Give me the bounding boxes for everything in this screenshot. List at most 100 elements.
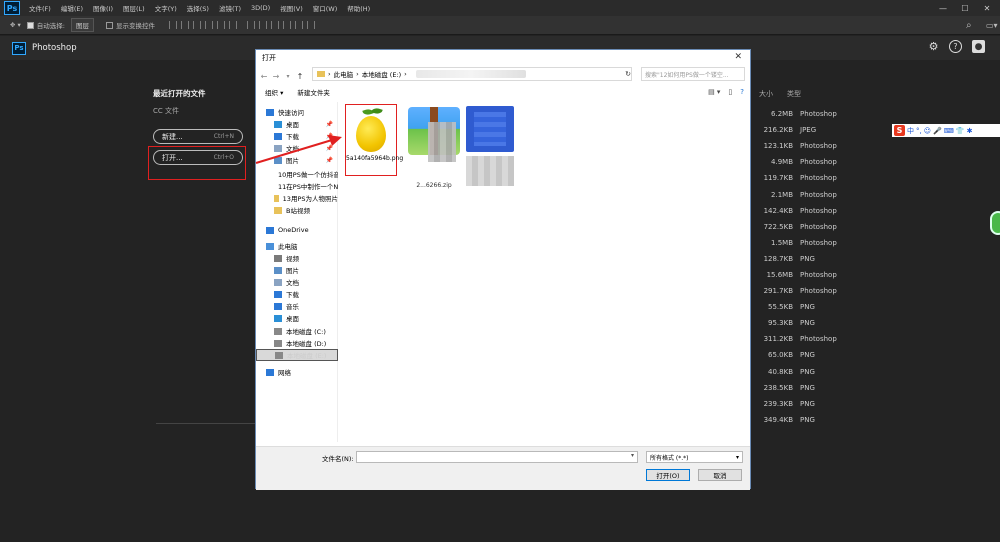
pin-icon[interactable]: 📌 — [326, 133, 333, 140]
column-type-header[interactable]: 类型 — [787, 89, 801, 99]
menu-view[interactable]: 视图(V) — [275, 3, 308, 13]
menu-file[interactable]: 文件(F) — [24, 3, 56, 13]
menu-help[interactable]: 帮助(H) — [342, 3, 375, 13]
preview-pane-icon[interactable]: ▯ — [728, 88, 732, 96]
distribute-icon[interactable] — [258, 21, 267, 29]
align-center-icon[interactable] — [180, 21, 189, 29]
address-pc[interactable]: 此电脑 — [334, 69, 354, 79]
keyboard-icon[interactable]: ⌨ — [944, 127, 954, 135]
help-icon[interactable]: ? — [740, 88, 744, 96]
filename-input[interactable]: ▾ — [356, 451, 638, 463]
new-folder-button[interactable]: 新建文件夹 — [297, 87, 330, 97]
auto-select-option[interactable]: 自动选择: — [26, 20, 65, 30]
sidebar-item[interactable]: 本地磁盘 (C:) — [256, 325, 338, 337]
menu-type[interactable]: 文字(Y) — [150, 3, 182, 13]
list-item[interactable]: 55.5KB PNG — [757, 299, 837, 315]
menu-window[interactable]: 窗口(W) — [308, 3, 343, 13]
search-icon[interactable]: ⌕ — [966, 20, 972, 31]
list-item[interactable]: 238.5KB PNG — [757, 380, 837, 396]
open-file-button[interactable]: 打开(O) — [646, 469, 690, 481]
menu-image[interactable]: 图像(I) — [88, 3, 118, 13]
align-right-icon[interactable] — [192, 21, 201, 29]
show-transform-option[interactable]: 显示变换控件 — [105, 20, 155, 30]
pin-icon[interactable]: 📌 — [326, 145, 333, 152]
cc-files-link[interactable]: CC 文件 — [153, 106, 258, 116]
menu-edit[interactable]: 编辑(E) — [56, 3, 88, 13]
new-button[interactable]: 新建... Ctrl+N — [153, 129, 243, 144]
workspace-icon[interactable]: ▭▾ — [986, 21, 998, 30]
sidebar-item[interactable]: 下载 📌 — [256, 130, 338, 142]
sidebar-item[interactable]: 11在PS中制作一个N — [256, 180, 338, 192]
column-size-header[interactable]: 大小 — [759, 89, 773, 99]
mic-icon[interactable]: 🎤 — [933, 127, 942, 135]
address-drive[interactable]: 本地磁盘 (E:) — [362, 69, 401, 79]
pin-icon[interactable]: 📌 — [326, 121, 333, 128]
sidebar-item[interactable]: 文档 — [256, 276, 338, 288]
sidebar-item[interactable]: 13用PS为人物照片 — [256, 192, 338, 204]
list-item[interactable]: 142.4KB Photoshop — [757, 203, 837, 219]
ime-toolbar[interactable]: S 中 °, ☺ 🎤 ⌨ 👕 ✱ — [892, 124, 1000, 137]
floating-badge-icon[interactable] — [990, 211, 1000, 235]
sidebar-item[interactable]: 桌面 — [256, 312, 338, 324]
list-item[interactable]: 95.3KB PNG — [757, 315, 837, 331]
auto-select-checkbox[interactable] — [26, 21, 34, 29]
list-item[interactable]: 239.3KB PNG — [757, 396, 837, 412]
align-bottom-icon[interactable] — [228, 21, 237, 29]
menu-select[interactable]: 选择(S) — [182, 3, 214, 13]
minimize-button[interactable]: — — [932, 0, 954, 16]
list-item[interactable]: 216.2KB JPEG — [757, 122, 837, 138]
show-transform-checkbox[interactable] — [105, 21, 113, 29]
skin-icon[interactable]: 👕 — [956, 127, 965, 135]
distribute-icon[interactable] — [294, 21, 303, 29]
list-item[interactable]: 349.4KB PNG — [757, 412, 837, 428]
sidebar-item[interactable]: 视频 — [256, 252, 338, 264]
file-item-blurred[interactable] — [466, 106, 514, 152]
list-item[interactable]: 119.7KB Photoshop — [757, 170, 837, 186]
sidebar-item[interactable]: OneDrive — [256, 224, 338, 236]
forward-arrow-icon[interactable]: → — [272, 72, 280, 81]
list-item[interactable]: 65.0KB PNG — [757, 347, 837, 363]
punct-icon[interactable]: °, — [916, 127, 922, 135]
ime-mode[interactable]: 中 — [907, 126, 914, 136]
pin-icon[interactable]: 📌 — [326, 157, 333, 164]
cancel-button[interactable]: 取消 — [698, 469, 742, 481]
distribute-icon[interactable] — [306, 21, 315, 29]
list-item[interactable]: 1.5MB Photoshop — [757, 235, 837, 251]
file-item-lemon[interactable]: 5a140fa5964b.png — [345, 104, 403, 176]
list-item[interactable]: 311.2KB Photoshop — [757, 331, 837, 347]
list-item[interactable]: 123.1KB Photoshop — [757, 138, 837, 154]
menu-3d[interactable]: 3D(D) — [246, 4, 275, 12]
gear-icon[interactable]: ⚙ — [927, 40, 940, 53]
refresh-icon[interactable]: ↻ — [622, 67, 634, 81]
chevron-down-icon[interactable]: ▾ — [631, 452, 634, 459]
distribute-icon[interactable] — [282, 21, 291, 29]
search-input[interactable]: 搜索"12如何用PS做一个镂空... — [641, 67, 745, 81]
list-item[interactable]: 722.5KB Photoshop — [757, 219, 837, 235]
list-item[interactable]: 6.2MB Photoshop — [757, 106, 837, 122]
recent-dropdown-icon[interactable]: ▾ — [284, 73, 292, 80]
layer-select-dropdown[interactable]: 图层 — [70, 18, 94, 32]
sidebar-item[interactable]: 文档 📌 — [256, 142, 338, 154]
sidebar-item[interactable]: 本地磁盘 (D:) — [256, 337, 338, 349]
view-mode-icon[interactable]: ▤ ▾ — [708, 88, 720, 96]
list-item[interactable]: 40.8KB PNG — [757, 364, 837, 380]
align-middle-icon[interactable] — [216, 21, 225, 29]
up-arrow-icon[interactable]: ↑ — [296, 72, 304, 81]
sidebar-item[interactable]: 快速访问 — [256, 106, 338, 118]
sidebar-item[interactable]: 下载 — [256, 288, 338, 300]
maximize-button[interactable]: ☐ — [954, 0, 976, 16]
help-icon[interactable]: ? — [949, 40, 962, 53]
sidebar-item[interactable]: B站视频 — [256, 204, 338, 216]
menu-layer[interactable]: 图层(L) — [118, 3, 150, 13]
tools-icon[interactable]: ✱ — [967, 127, 973, 135]
sidebar-item[interactable]: 本地磁盘 (E:) — [256, 349, 338, 361]
move-tool-icon[interactable]: ✥ ▾ — [10, 21, 21, 29]
file-item-archive[interactable]: 2...6266.zip — [406, 104, 462, 189]
emoji-icon[interactable]: ☺ — [924, 127, 931, 135]
dialog-close-icon[interactable]: ✕ — [734, 52, 742, 62]
distribute-icon[interactable] — [246, 21, 255, 29]
filetype-select[interactable]: 所有格式 (*.*) ▾ — [646, 451, 743, 463]
sidebar-item[interactable]: 图片 📌 — [256, 154, 338, 166]
sidebar-item[interactable]: 网络 — [256, 366, 338, 378]
align-top-icon[interactable] — [204, 21, 213, 29]
